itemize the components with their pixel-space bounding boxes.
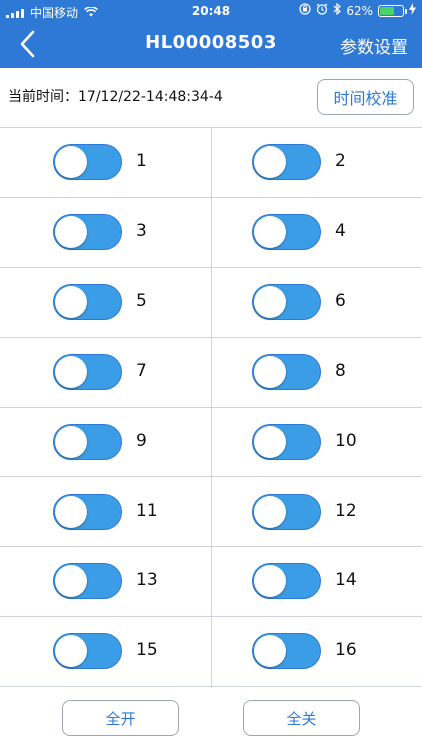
toggle-knob <box>254 495 286 528</box>
channel-toggle[interactable] <box>53 423 122 460</box>
channel-number: 5 <box>136 290 147 311</box>
channel-toggle[interactable] <box>53 493 122 530</box>
toggle-knob <box>55 215 87 248</box>
bluetooth-icon <box>333 2 342 18</box>
channel-number: 3 <box>136 220 147 241</box>
all-on-button[interactable]: 全开 <box>62 700 179 736</box>
toggle-knob <box>55 495 87 528</box>
top-bar: 中国移动 20:48 62% HL00008503 参数设置 <box>0 0 422 68</box>
toggle-knob <box>55 635 87 668</box>
channel-number: 4 <box>335 220 346 241</box>
status-bar: 中国移动 20:48 62% <box>0 0 422 22</box>
channel-toggle[interactable] <box>252 423 321 460</box>
channel-toggle[interactable] <box>252 283 321 320</box>
channel-toggle[interactable] <box>252 353 321 390</box>
channel-toggle[interactable] <box>252 213 321 250</box>
toggle-knob <box>254 565 286 598</box>
switch-cell: 6 <box>212 268 422 337</box>
switch-cell: 12 <box>212 478 422 547</box>
time-calibrate-button[interactable]: 时间校准 <box>317 79 414 115</box>
toggle-knob <box>254 635 286 668</box>
channel-number: 14 <box>335 570 357 591</box>
channel-toggle[interactable] <box>252 633 321 670</box>
orientation-lock-icon <box>299 3 311 18</box>
column-divider <box>211 128 212 688</box>
battery-icon <box>378 4 407 17</box>
charging-icon <box>409 3 416 18</box>
status-right: 62% <box>299 2 416 18</box>
channel-number: 15 <box>136 640 158 661</box>
toggle-knob <box>254 215 286 248</box>
channel-number: 8 <box>335 360 346 381</box>
switch-cell: 10 <box>212 408 422 477</box>
toggle-knob <box>55 425 87 458</box>
time-bar: 当前时间：17/12/22-14:48:34-4 时间校准 <box>0 68 422 128</box>
toggle-knob <box>55 355 87 388</box>
channel-number: 12 <box>335 500 357 521</box>
channel-number: 7 <box>136 360 147 381</box>
channel-toggle[interactable] <box>53 563 122 600</box>
channel-number: 13 <box>136 570 158 591</box>
channel-toggle[interactable] <box>252 144 321 180</box>
channel-toggle[interactable] <box>53 144 122 180</box>
toggle-knob <box>254 146 286 178</box>
all-off-button[interactable]: 全关 <box>243 700 360 736</box>
channel-number: 10 <box>335 430 357 451</box>
channel-number: 16 <box>335 640 357 661</box>
switch-cell: 1 <box>0 128 211 197</box>
channel-number: 9 <box>136 430 147 451</box>
channel-toggle[interactable] <box>252 563 321 600</box>
switch-cell: 11 <box>0 478 211 547</box>
switch-cell: 3 <box>0 198 211 267</box>
channel-number: 1 <box>136 151 147 171</box>
channel-number: 2 <box>335 151 346 171</box>
channel-toggle[interactable] <box>252 493 321 530</box>
channel-toggle[interactable] <box>53 633 122 670</box>
toggle-knob <box>55 285 87 318</box>
channel-toggle[interactable] <box>53 353 122 390</box>
channel-toggle[interactable] <box>53 213 122 250</box>
footer-bar: 全开 全关 <box>0 688 422 750</box>
toggle-knob <box>55 565 87 598</box>
switch-cell: 9 <box>0 408 211 477</box>
switch-cell: 2 <box>212 128 422 197</box>
battery-fill <box>380 6 394 15</box>
current-time-label: 当前时间：17/12/22-14:48:34-4 <box>8 89 223 105</box>
channel-number: 6 <box>335 290 346 311</box>
nav-bar: HL00008503 参数设置 <box>0 22 422 68</box>
battery-percent: 62% <box>346 3 373 18</box>
switch-cell: 8 <box>212 338 422 407</box>
switch-cell: 15 <box>0 617 211 686</box>
toggle-knob <box>55 146 87 178</box>
toggle-knob <box>254 425 286 458</box>
channel-toggle[interactable] <box>53 283 122 320</box>
channel-number: 11 <box>136 500 158 521</box>
switch-cell: 7 <box>0 338 211 407</box>
toggle-knob <box>254 285 286 318</box>
switch-cell: 13 <box>0 547 211 616</box>
switch-cell: 14 <box>212 547 422 616</box>
switch-cell: 16 <box>212 617 422 686</box>
toggle-knob <box>254 355 286 388</box>
alarm-icon <box>316 3 328 18</box>
settings-button[interactable]: 参数设置 <box>340 33 408 58</box>
switch-cell: 4 <box>212 198 422 267</box>
switch-cell: 5 <box>0 268 211 337</box>
